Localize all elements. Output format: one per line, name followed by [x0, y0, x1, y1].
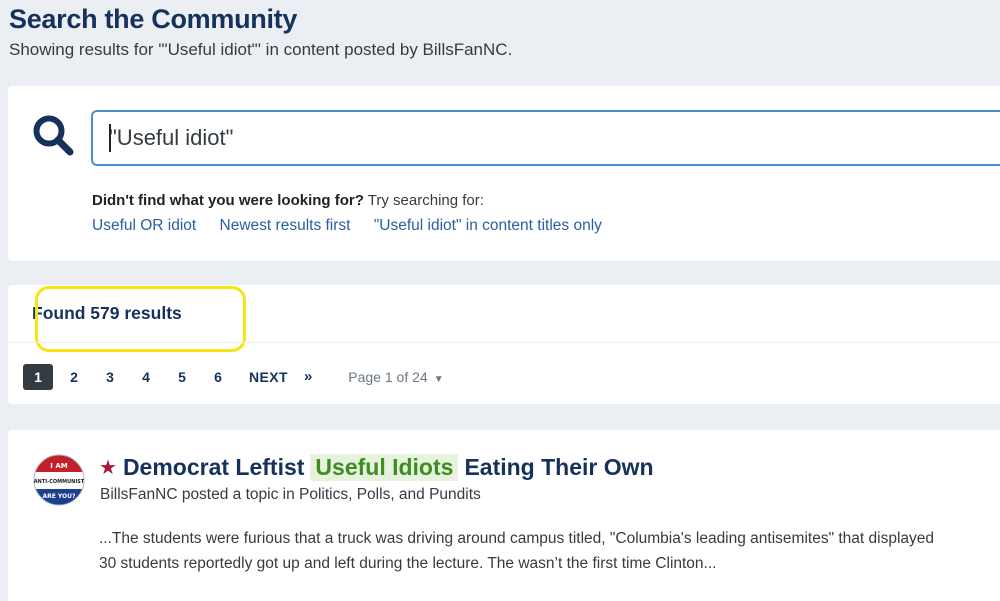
search-panel: Didn't find what you were looking for? T…: [8, 86, 1000, 261]
search-icon[interactable]: [32, 114, 76, 158]
topic-meta: BillsFanNC posted a topic in Politics, P…: [100, 486, 481, 503]
page-3-button[interactable]: 3: [95, 364, 125, 390]
page-subtitle: Showing results for '"Useful idiot"' in …: [9, 40, 513, 59]
page-jump-label: Page 1 of 24: [348, 368, 428, 385]
divider: [8, 342, 1000, 343]
page-1-button[interactable]: 1: [23, 363, 53, 390]
page-4-button[interactable]: 4: [131, 364, 161, 390]
avatar-text-middle: ANTI-COMMUNIST: [34, 479, 85, 485]
suggestion-link-or[interactable]: Useful OR idiot: [92, 217, 196, 234]
featured-star-icon: ★: [99, 457, 117, 479]
page-jump-dropdown[interactable]: Page 1 of 24 ▼: [348, 369, 443, 385]
page-6-button[interactable]: 6: [203, 364, 233, 390]
page-2-button[interactable]: 2: [59, 364, 89, 390]
text-caret: [109, 124, 111, 152]
results-panel: Found 579 results 1 2 3 4 5 6 NEXT » Pag…: [8, 285, 1000, 404]
topic-title-after: Eating Their Own: [464, 454, 654, 480]
search-suggestion-text: Didn't find what you were looking for? T…: [92, 192, 484, 209]
pagination: 1 2 3 4 5 6 NEXT » Page 1 of 24 ▼: [23, 363, 444, 390]
suggestion-rest-text: Try searching for:: [363, 192, 484, 209]
caret-down-icon: ▼: [433, 373, 444, 385]
suggestion-bold-text: Didn't find what you were looking for?: [92, 192, 364, 209]
topic-title-before: Democrat Leftist: [122, 454, 305, 480]
avatar-text-bottom: ARE YOU?: [42, 493, 76, 500]
last-page-button[interactable]: »: [304, 368, 312, 385]
results-count: Found 579 results: [32, 286, 246, 352]
suggestion-link-titles-only[interactable]: "Useful idiot" in content titles only: [374, 217, 602, 234]
topic-title-link[interactable]: ★ Democrat Leftist Useful Idiots Eating …: [99, 454, 654, 481]
search-result-item: I AM ANTI-COMMUNIST ARE YOU? ★ Democrat …: [8, 430, 1000, 601]
search-input[interactable]: [91, 110, 1000, 166]
page-5-button[interactable]: 5: [167, 364, 197, 390]
avatar[interactable]: I AM ANTI-COMMUNIST ARE YOU?: [33, 454, 85, 506]
suggestion-link-newest[interactable]: Newest results first: [220, 217, 351, 234]
snippet-line: ...The students were furious that a truc…: [99, 530, 935, 547]
suggestion-links: Useful OR idiot Newest results first "Us…: [92, 217, 621, 235]
topic-snippet: ...The students were furious that a truc…: [99, 526, 1000, 576]
page-title: Search the Community: [9, 4, 298, 34]
topic-title-match: Useful Idiots: [310, 454, 459, 481]
next-page-button[interactable]: NEXT: [249, 369, 288, 385]
avatar-text-top: I AM: [50, 462, 67, 470]
snippet-line: 30 students reportedly got up and left d…: [99, 555, 717, 572]
